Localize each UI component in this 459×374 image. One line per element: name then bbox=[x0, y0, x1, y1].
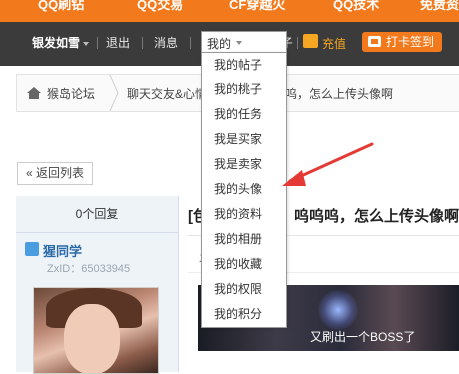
calendar-icon bbox=[368, 36, 381, 47]
breadcrumb-thread[interactable]: 呜，怎么上传头像啊 bbox=[285, 85, 393, 102]
top-nav: QQ刷钻 QQ交易 CF穿越火 QQ技术 免费资 bbox=[0, 0, 459, 22]
breadcrumb-separator-icon bbox=[109, 75, 119, 111]
menu-item-my-tasks[interactable]: 我的任务 bbox=[214, 106, 262, 122]
mine-dropdown-button[interactable]: 我的 bbox=[201, 31, 287, 54]
menu-item-my-profile[interactable]: 我的资料 bbox=[214, 206, 262, 222]
menu-item-my-album[interactable]: 我的相册 bbox=[214, 231, 262, 247]
divider bbox=[142, 37, 143, 49]
menu-item-my-posts[interactable]: 我的帖子 bbox=[214, 57, 262, 73]
mine-label: 我的 bbox=[207, 37, 232, 51]
menu-item-buyer[interactable]: 我是买家 bbox=[214, 131, 262, 147]
author-zxid: ZxID：65033945 bbox=[47, 263, 131, 275]
chevron-down-icon bbox=[236, 41, 242, 45]
top-nav-item[interactable]: QQ刷钻 bbox=[38, 0, 84, 11]
menu-item-my-points[interactable]: 我的积分 bbox=[214, 306, 262, 322]
divider bbox=[97, 37, 98, 49]
checkin-label: 打卡签到 bbox=[386, 35, 435, 49]
divider bbox=[297, 37, 298, 49]
menu-item-my-permissions[interactable]: 我的权限 bbox=[214, 281, 262, 297]
divider bbox=[16, 232, 178, 233]
recharge-link[interactable]: 充值 bbox=[322, 35, 346, 52]
divider bbox=[190, 37, 191, 49]
mine-dropdown-menu: 我的帖子 我的桃子 我的任务 我是买家 我是卖家 我的头像 我的资料 我的相册 … bbox=[201, 52, 287, 328]
checkin-button[interactable]: 打卡签到 bbox=[362, 32, 442, 52]
menu-item-my-avatar[interactable]: 我的头像 bbox=[214, 181, 262, 197]
home-icon[interactable] bbox=[27, 87, 41, 99]
top-nav-item[interactable]: QQ技术 bbox=[333, 0, 379, 11]
messages-link[interactable]: 消息 bbox=[154, 35, 178, 51]
breadcrumb-section[interactable]: 聊天交友&心情 bbox=[127, 85, 207, 102]
reply-count: 0个回复 bbox=[16, 196, 178, 232]
chevron-down-icon bbox=[83, 41, 90, 46]
top-nav-item[interactable]: CF穿越火 bbox=[229, 0, 285, 11]
logout-link[interactable]: 退出 bbox=[106, 35, 130, 51]
menu-item-my-favorites[interactable]: 我的收藏 bbox=[214, 256, 262, 272]
menu-item-seller[interactable]: 我是卖家 bbox=[214, 156, 262, 172]
back-to-list-button[interactable]: « 返回列表 bbox=[17, 162, 93, 185]
top-nav-item[interactable]: 免费资 bbox=[420, 0, 459, 11]
coin-icon bbox=[303, 34, 318, 48]
menu-item-my-peaches[interactable]: 我的桃子 bbox=[214, 81, 262, 97]
top-nav-item[interactable]: QQ交易 bbox=[137, 0, 183, 11]
author-name[interactable]: 猩同学 bbox=[43, 241, 82, 260]
author-avatar[interactable] bbox=[33, 287, 159, 374]
breadcrumb-home[interactable]: 猴岛论坛 bbox=[47, 85, 95, 102]
username-link[interactable]: 银发如雪 bbox=[32, 35, 90, 51]
post-image-caption: 又刷出一个BOSS了 bbox=[310, 330, 416, 344]
user-icon bbox=[25, 242, 39, 256]
